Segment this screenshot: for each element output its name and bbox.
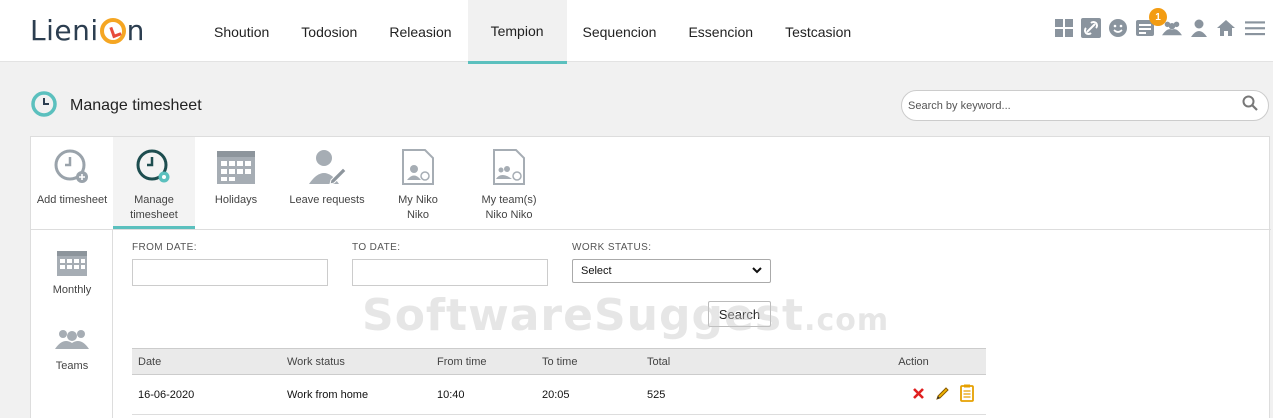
add-clock-icon: [52, 147, 92, 187]
page-header: Manage timesheet: [30, 90, 202, 122]
manage-clock-icon: [134, 147, 174, 187]
page-title: Manage timesheet: [70, 97, 202, 114]
user-icon[interactable]: [1189, 18, 1209, 38]
tab-label: Holidays: [214, 194, 258, 206]
from-date-label: FROM DATE:: [132, 242, 197, 253]
cell-total: 525: [641, 374, 841, 415]
team-icon: [55, 322, 89, 356]
main-nav: Shoution Todosion Releasion Tempion Sequ…: [198, 0, 867, 64]
cell-from-time: 10:40: [431, 374, 536, 415]
edit-pencil-icon[interactable]: [935, 386, 950, 404]
column-header-from-time[interactable]: From time: [431, 348, 536, 375]
tab-label: Leave requests: [289, 194, 365, 206]
from-date-input[interactable]: [132, 259, 328, 286]
nav-item-testcasion[interactable]: Testcasion: [769, 0, 867, 64]
tab-add-timesheet[interactable]: Add timesheet: [31, 137, 113, 229]
timesheet-table: Date Work status From time To time Total…: [132, 348, 986, 415]
tab-label: Manage: [134, 194, 174, 206]
search-button[interactable]: Search: [708, 301, 771, 327]
search-icon[interactable]: [1242, 95, 1258, 116]
table-row: 16-06-2020 Work from home 10:40 20:05 52…: [132, 374, 986, 415]
tab-my-niko-niko[interactable]: My Niko Niko: [377, 137, 459, 229]
table-header-row: Date Work status From time To time Total…: [132, 348, 986, 375]
tab-label-line2: timesheet: [130, 209, 178, 221]
calendar-icon: [55, 246, 89, 280]
timesheet-clock-icon: [30, 90, 58, 123]
calendar-icon: [216, 147, 256, 187]
nav-item-todosion[interactable]: Todosion: [285, 0, 373, 64]
keyword-search: [901, 90, 1269, 121]
content-divider: [113, 229, 1271, 230]
nav-item-shoution[interactable]: Shoution: [198, 0, 285, 64]
column-header-total[interactable]: Total: [641, 348, 841, 375]
work-status-select[interactable]: Select: [572, 259, 771, 283]
home-icon[interactable]: [1216, 18, 1236, 38]
logo-text-start: Lieni: [30, 13, 99, 47]
logo-clock-icon: [99, 18, 126, 44]
tab-label: Add timesheet: [36, 194, 108, 206]
apps-grid-icon[interactable]: [1054, 18, 1074, 38]
tab-label-line2: Niko: [406, 209, 429, 221]
user-document-icon: [398, 147, 438, 187]
to-date-input[interactable]: [352, 259, 548, 286]
row-actions: [847, 384, 980, 405]
top-icon-bar: 1: [1054, 8, 1267, 38]
work-status-value: Select: [581, 265, 612, 277]
smiley-icon[interactable]: [1108, 18, 1128, 38]
sidebar-item-teams[interactable]: Teams: [31, 322, 113, 372]
keyword-search-input[interactable]: [908, 99, 1242, 112]
team-document-icon: [489, 147, 529, 187]
link-icon[interactable]: [1081, 18, 1101, 38]
column-header-work-status[interactable]: Work status: [281, 348, 431, 375]
team-icon[interactable]: [1162, 18, 1182, 38]
logo-text-end: n: [126, 13, 145, 47]
delete-icon[interactable]: [912, 387, 925, 403]
timesheet-tabs: Add timesheet Manage timesheet Holidays …: [31, 137, 559, 229]
to-date-label: TO DATE:: [352, 242, 401, 253]
top-navbar: Lieni n Shoution Todosion Releasion Tempi…: [0, 0, 1273, 64]
user-edit-icon: [307, 147, 347, 187]
column-header-action: Action: [841, 348, 986, 375]
nav-item-releasion[interactable]: Releasion: [373, 0, 467, 64]
tab-label-line2: Niko Niko: [485, 209, 533, 221]
sidebar-item-label: Monthly: [52, 284, 92, 296]
tab-my-teams-niko-niko[interactable]: My team(s) Niko Niko: [459, 137, 559, 229]
tab-manage-timesheet[interactable]: Manage timesheet: [113, 137, 195, 229]
tab-leave-requests[interactable]: Leave requests: [277, 137, 377, 229]
cell-work-status: Work from home: [281, 374, 431, 415]
nav-item-essencion[interactable]: Essencion: [672, 0, 769, 64]
nav-item-sequencion[interactable]: Sequencion: [567, 0, 673, 64]
notifications-icon[interactable]: 1: [1135, 8, 1167, 38]
cell-actions: [841, 374, 986, 415]
sidebar-item-monthly[interactable]: Monthly: [31, 246, 113, 296]
tab-holidays[interactable]: Holidays: [195, 137, 277, 229]
hamburger-menu-icon[interactable]: [1243, 18, 1267, 38]
tab-label: My Niko: [398, 194, 438, 206]
column-header-to-time[interactable]: To time: [536, 348, 641, 375]
work-status-label: WORK STATUS:: [572, 242, 652, 253]
timesheet-panel: Add timesheet Manage timesheet Holidays …: [30, 136, 1271, 418]
cell-date: 16-06-2020: [132, 374, 281, 415]
chevron-down-icon: [752, 265, 762, 277]
view-sidebar: Monthly Teams: [31, 229, 113, 418]
tab-label: My team(s): [481, 194, 537, 206]
sidebar-item-label: Teams: [55, 360, 89, 372]
clipboard-icon[interactable]: [960, 384, 974, 405]
cell-to-time: 20:05: [536, 374, 641, 415]
app-logo[interactable]: Lieni n: [30, 10, 145, 50]
column-header-date[interactable]: Date: [132, 348, 281, 375]
nav-item-tempion[interactable]: Tempion: [467, 0, 567, 64]
